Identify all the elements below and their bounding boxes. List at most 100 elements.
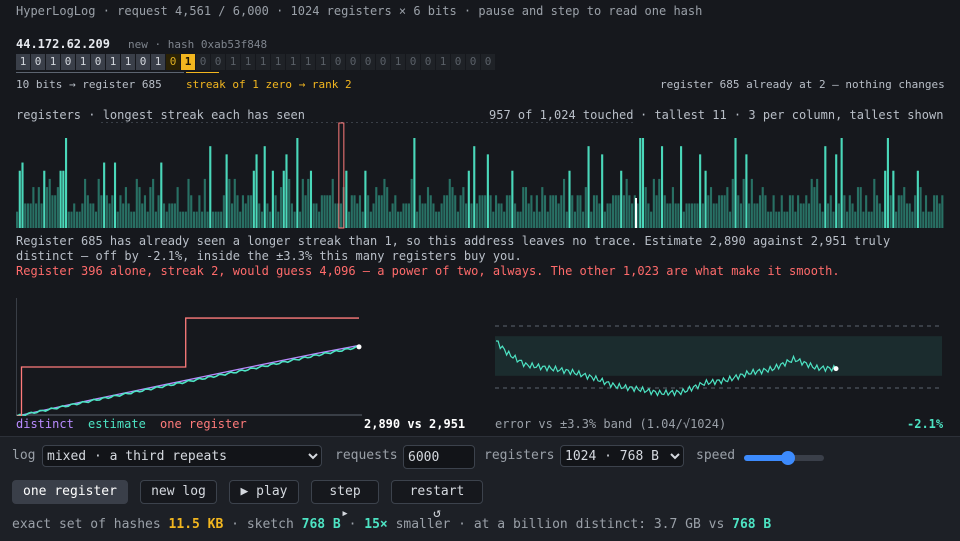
registers-select[interactable]: 1024 · 768 B bbox=[560, 445, 684, 467]
register-column bbox=[269, 211, 272, 228]
error-endpoint bbox=[833, 366, 839, 372]
register-column bbox=[729, 211, 732, 228]
one-register-button[interactable]: one register bbox=[12, 480, 128, 504]
register-column bbox=[187, 178, 190, 228]
register-column bbox=[149, 187, 152, 228]
register-column bbox=[160, 162, 163, 228]
streak-label: streak of 1 zero → rank 2 bbox=[186, 78, 352, 91]
register-column bbox=[116, 211, 119, 228]
play-button[interactable]: ▶ play bbox=[229, 480, 299, 504]
register-column bbox=[767, 211, 770, 228]
current-ip: 44.172.62.209 bbox=[16, 37, 110, 51]
register-column bbox=[805, 195, 808, 228]
series-estimate bbox=[16, 345, 360, 416]
register-column bbox=[443, 195, 446, 228]
register-column bbox=[228, 178, 231, 228]
register-column bbox=[43, 170, 46, 228]
register-column bbox=[70, 211, 73, 228]
log-select[interactable]: mixed · a third repeats bbox=[42, 445, 322, 467]
footer-ratio: 15× bbox=[364, 517, 388, 532]
register-column bbox=[753, 203, 756, 228]
hash-bit: 1 bbox=[226, 54, 240, 70]
register-column bbox=[867, 211, 870, 228]
register-column bbox=[318, 211, 321, 228]
register-column bbox=[911, 211, 914, 228]
hash-bit: 1 bbox=[106, 54, 120, 70]
register-column bbox=[598, 203, 601, 228]
register-column bbox=[818, 203, 821, 228]
register-column bbox=[279, 187, 283, 228]
register-column bbox=[516, 211, 519, 228]
speed-slider-handle[interactable] bbox=[781, 451, 795, 465]
hash-bit: 0 bbox=[61, 54, 75, 70]
register-column bbox=[829, 195, 832, 228]
register-column bbox=[285, 154, 288, 228]
register-column bbox=[239, 211, 242, 228]
register-column bbox=[669, 203, 672, 228]
restart-button[interactable]: restart ↺ bbox=[391, 480, 483, 521]
register-column bbox=[220, 211, 223, 228]
error-value: -2.1% bbox=[907, 417, 944, 431]
register-note: register 685 already at 2 — nothing chan… bbox=[660, 78, 945, 91]
register-column bbox=[519, 211, 522, 228]
register-column bbox=[611, 195, 615, 228]
register-column bbox=[481, 195, 484, 228]
register-column bbox=[541, 187, 544, 228]
register-column bbox=[16, 211, 19, 228]
register-column bbox=[78, 211, 81, 228]
register-column bbox=[271, 170, 274, 228]
registers-histogram bbox=[16, 122, 944, 229]
memory-footer: exact set of hashes 11.5 KB · sketch 768… bbox=[12, 517, 771, 532]
register-column bbox=[704, 170, 707, 228]
registers-label: registers bbox=[484, 448, 555, 463]
register-column bbox=[938, 203, 941, 228]
register-column bbox=[394, 195, 397, 228]
footer-billion-label: smaller · at a billion distinct: 3.7 GB … bbox=[395, 517, 725, 532]
requests-input[interactable] bbox=[403, 445, 475, 469]
register-column bbox=[914, 195, 917, 228]
register-column bbox=[489, 195, 492, 228]
register-column bbox=[799, 203, 802, 228]
register-column bbox=[856, 187, 860, 228]
log-label: log bbox=[12, 448, 36, 463]
register-column bbox=[48, 178, 51, 228]
register-column bbox=[824, 146, 827, 228]
register-column bbox=[565, 211, 568, 228]
register-column bbox=[557, 203, 560, 228]
speed-slider[interactable] bbox=[744, 451, 824, 465]
hash-bit: 0 bbox=[361, 54, 375, 70]
hash-bit: 1 bbox=[151, 54, 165, 70]
hash-bit: 0 bbox=[451, 54, 465, 70]
register-column bbox=[606, 203, 609, 228]
hash-bit: 0 bbox=[346, 54, 360, 70]
register-column bbox=[413, 138, 416, 228]
register-column bbox=[783, 211, 786, 228]
register-column bbox=[328, 195, 332, 228]
register-column bbox=[674, 203, 677, 228]
register-column bbox=[535, 195, 538, 228]
register-column bbox=[184, 211, 187, 228]
register-column bbox=[304, 195, 307, 228]
register-column bbox=[663, 195, 666, 228]
register-column bbox=[680, 146, 683, 228]
register-column bbox=[660, 146, 664, 228]
step-button[interactable]: step ▸ bbox=[311, 480, 379, 521]
registers-tallest: · tallest 11 · 3 per column, tallest sho… bbox=[640, 108, 944, 122]
register-column bbox=[386, 187, 389, 228]
register-column bbox=[816, 178, 819, 228]
register-column bbox=[900, 195, 903, 228]
register-column bbox=[772, 195, 775, 228]
hash-bit: 0 bbox=[166, 54, 180, 70]
register-column bbox=[81, 203, 84, 228]
hash-bit: 1 bbox=[391, 54, 405, 70]
new-log-button[interactable]: new log bbox=[140, 480, 217, 504]
register-column bbox=[533, 211, 536, 228]
register-column bbox=[919, 187, 922, 228]
register-column bbox=[356, 203, 359, 228]
register-column bbox=[854, 211, 857, 228]
register-column bbox=[731, 178, 734, 228]
register-column bbox=[884, 170, 887, 228]
register-column bbox=[339, 203, 342, 228]
register-column bbox=[543, 195, 547, 228]
register-column bbox=[786, 211, 789, 228]
